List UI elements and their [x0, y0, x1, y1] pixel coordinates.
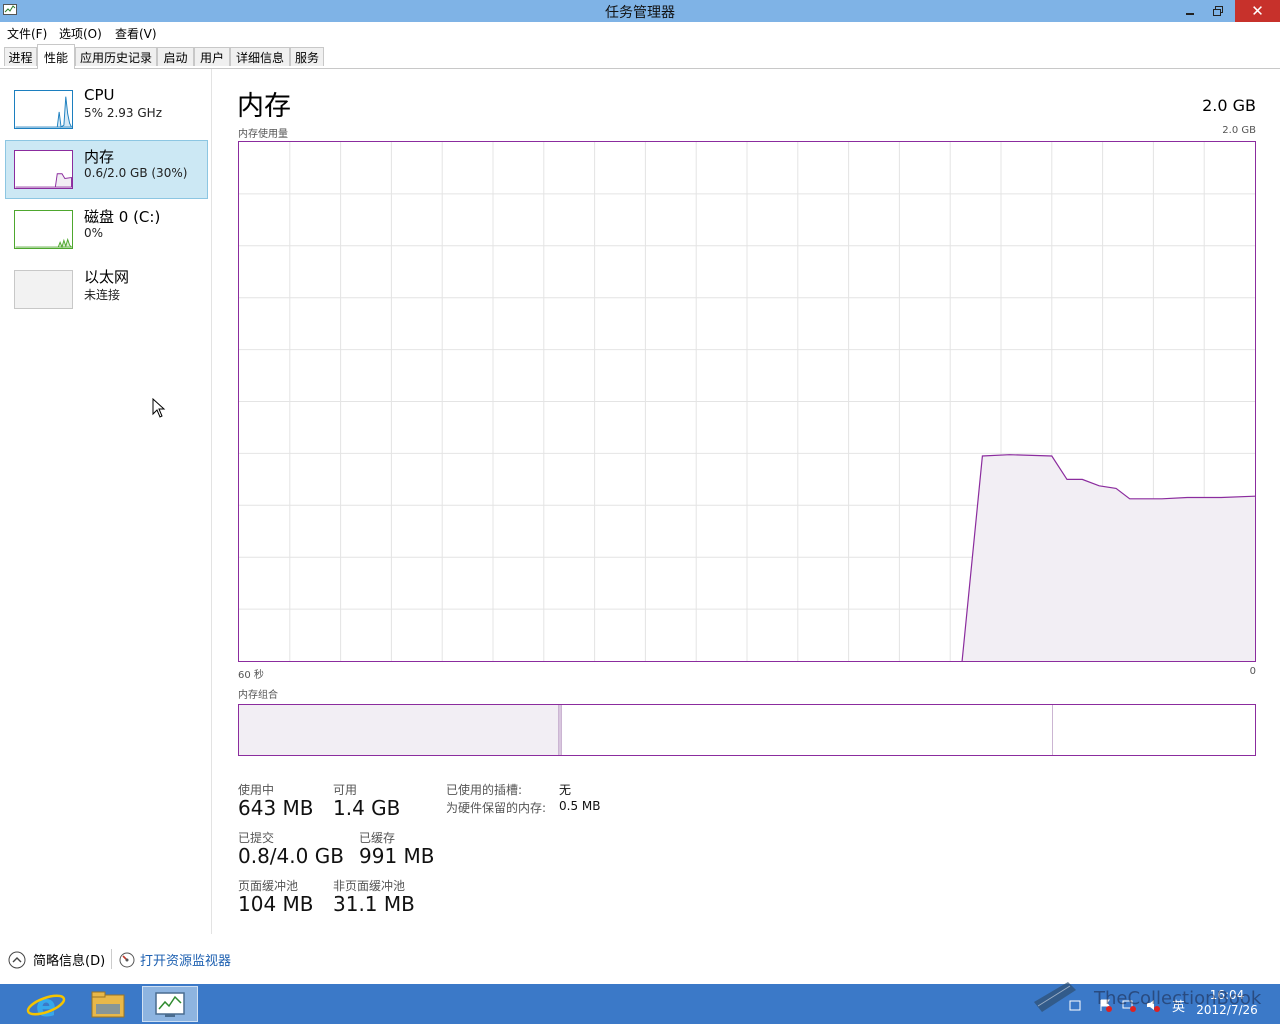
memory-usage-area	[962, 454, 1255, 661]
minimize-button[interactable]	[1176, 0, 1204, 22]
task-manager-icon	[155, 992, 185, 1017]
available-value: 1.4 GB	[333, 796, 401, 820]
disk-mini-graph	[14, 210, 73, 249]
composition-segment	[1052, 705, 1255, 755]
resource-name: 磁盘 0 (C:)	[84, 208, 161, 226]
resource-list: CPU 5% 2.93 GHz 内存 0.6/2.0 GB (30%) 磁盘 0…	[0, 69, 212, 934]
memory-total: 2.0 GB	[1202, 96, 1256, 115]
minimize-icon	[1186, 13, 1194, 15]
composition-segment	[239, 705, 559, 755]
memory-usage-chart	[238, 141, 1256, 662]
tab-details[interactable]: 详细信息	[230, 47, 290, 66]
page-title: 内存	[237, 91, 291, 122]
fewer-details-button[interactable]: 简略信息(D)	[8, 950, 105, 969]
nonpaged-pool-value: 31.1 MB	[333, 892, 415, 916]
slots-value: 无	[559, 783, 572, 797]
restore-icon	[1213, 6, 1223, 16]
x-axis-left-label: 60 秒	[238, 670, 264, 681]
composition-segment	[560, 705, 1053, 755]
tab-processes[interactable]: 进程	[4, 47, 37, 66]
resource-disk[interactable]: 磁盘 0 (C:) 0%	[5, 200, 208, 259]
menu-view[interactable]: 查看(V)	[115, 25, 157, 42]
menu-bar: 文件(F) 选项(O) 查看(V)	[0, 22, 1280, 42]
taskbar-task-manager[interactable]	[142, 986, 198, 1022]
resource-name: 以太网	[84, 268, 130, 286]
resource-memory[interactable]: 内存 0.6/2.0 GB (30%)	[5, 140, 208, 199]
restore-button[interactable]	[1204, 0, 1232, 22]
cached-value: 991 MB	[359, 844, 435, 868]
svg-text:e: e	[36, 989, 56, 1022]
open-resource-monitor-label: 打开资源监视器	[140, 954, 232, 969]
resource-name: CPU	[84, 86, 115, 104]
paged-pool-value: 104 MB	[238, 892, 314, 916]
hardware-reserved-label: 为硬件保留的内存:	[446, 801, 547, 815]
resource-ethernet[interactable]: 以太网 未连接	[5, 260, 208, 319]
tab-services[interactable]: 服务	[290, 47, 324, 66]
tab-users[interactable]: 用户	[194, 47, 230, 66]
resource-usage: 未连接	[84, 288, 121, 302]
resource-cpu[interactable]: CPU 5% 2.93 GHz	[5, 80, 208, 139]
taskbar: e 英 16:04 2012/7/26	[0, 982, 1280, 1024]
cpu-mini-graph	[14, 90, 73, 129]
resource-monitor-icon	[119, 952, 135, 967]
folder-icon	[91, 991, 125, 1018]
fewer-details-label: 简略信息(D)	[33, 954, 106, 969]
chevron-up-icon	[8, 951, 26, 968]
tab-performance[interactable]: 性能	[37, 44, 75, 69]
memory-mini-graph	[14, 150, 73, 189]
menu-options[interactable]: 选项(O)	[59, 25, 102, 42]
open-resource-monitor-link[interactable]: 打开资源监视器	[119, 950, 231, 969]
title-bar: 任务管理器 ✕	[0, 0, 1280, 22]
ethernet-mini-graph	[14, 270, 73, 309]
x-axis-right-label: 0	[1249, 666, 1256, 677]
memory-composition-bar	[238, 704, 1256, 756]
bottom-bar: 简略信息(D) 打开资源监视器	[0, 945, 1280, 975]
resource-usage: 5% 2.93 GHz	[84, 106, 163, 120]
resource-name: 内存	[84, 148, 115, 166]
composition-label: 内存组合	[238, 690, 278, 701]
taskbar-file-explorer[interactable]	[80, 986, 136, 1022]
resource-usage: 0%	[84, 226, 104, 240]
watermark-text: TheCollectionBook	[1094, 988, 1262, 1009]
graph-max-label: 2.0 GB	[1222, 125, 1256, 136]
close-button[interactable]: ✕	[1235, 0, 1280, 22]
tab-startup[interactable]: 启动	[157, 47, 194, 66]
resource-usage: 0.6/2.0 GB (30%)	[84, 166, 188, 180]
window-title: 任务管理器	[605, 5, 675, 21]
graph-label: 内存使用量	[238, 129, 288, 140]
hardware-reserved-value: 0.5 MB	[559, 799, 601, 813]
tab-app-history[interactable]: 应用历史记录	[75, 47, 157, 66]
taskbar-internet-explorer[interactable]: e	[18, 986, 74, 1024]
slots-label: 已使用的插槽:	[446, 783, 523, 797]
mouse-cursor-icon	[152, 398, 166, 418]
menu-file[interactable]: 文件(F)	[7, 25, 47, 42]
show-hidden-icons-icon[interactable]	[1068, 998, 1082, 1012]
in-use-value: 643 MB	[238, 796, 314, 820]
close-icon: ✕	[1251, 2, 1264, 20]
internet-explorer-icon: e	[26, 989, 66, 1024]
divider	[111, 949, 112, 969]
tab-bar: 进程 性能 应用历史记录 启动 用户 详细信息 服务	[0, 44, 1280, 69]
committed-value: 0.8/4.0 GB	[238, 844, 344, 868]
